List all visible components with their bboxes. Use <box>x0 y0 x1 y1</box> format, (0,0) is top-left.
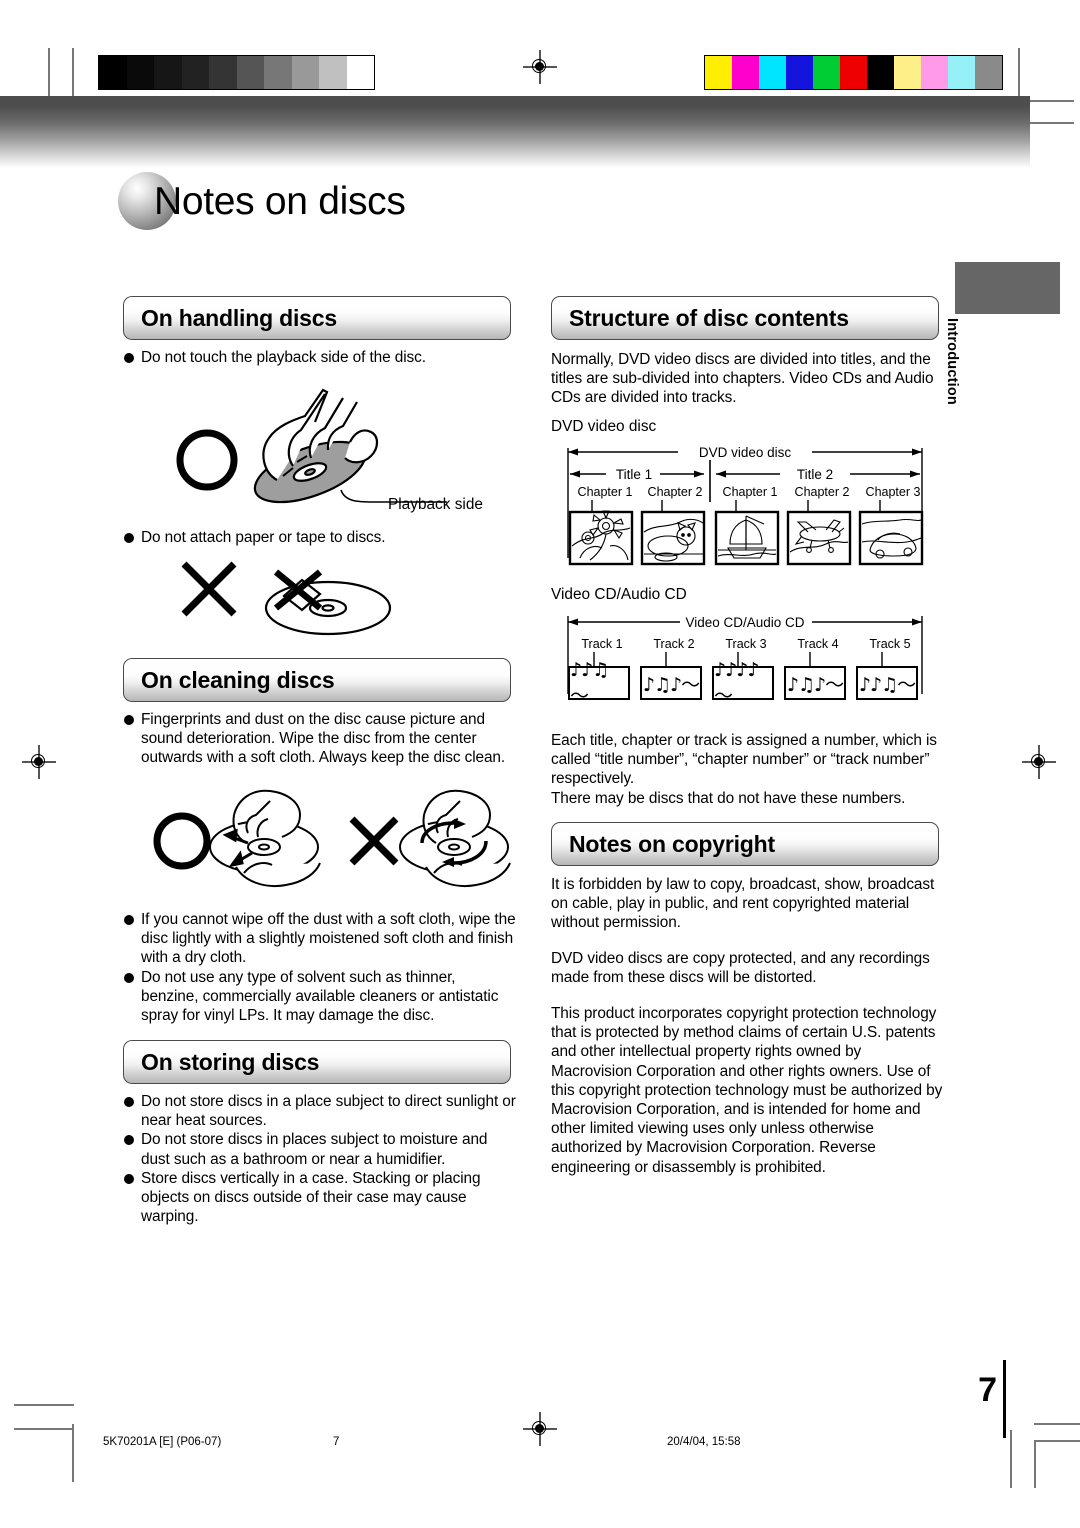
cd-track-label: Track 3 <box>725 637 766 651</box>
copyright-paragraph-1: It is forbidden by law to copy, broadcas… <box>551 876 935 932</box>
figure-cleaning-incorrect <box>349 789 511 887</box>
section-header-handling-label: On handling discs <box>141 304 337 331</box>
registration-mark-bottom <box>523 1412 557 1446</box>
cd-span-label: Video CD/Audio CD <box>685 615 804 630</box>
dvd-chapter-label: Chapter 1 <box>723 485 778 499</box>
registration-mark-left <box>22 745 56 779</box>
dvd-title-1-label: Title 1 <box>616 467 652 482</box>
page-number-rule <box>1003 1360 1006 1438</box>
section-header-structure: Structure of disc contents <box>551 296 939 340</box>
bullet-dot-icon <box>124 1092 141 1130</box>
dvd-diagram-title: DVD video disc <box>551 418 657 435</box>
section-header-storing-label: On storing discs <box>141 1048 320 1075</box>
bullet-dot-icon <box>124 968 141 1026</box>
section-header-cleaning-label: On cleaning discs <box>141 666 335 693</box>
structure-outro-text: Each title, chapter or track is assigned… <box>551 732 937 807</box>
crop-mark-bottom-left-b <box>14 1404 74 1406</box>
copyright-paragraph-3: This product incorporates copyright prot… <box>551 1005 943 1176</box>
registration-mark-top <box>523 50 557 84</box>
cd-diagram-title: Video CD/Audio CD <box>551 586 687 603</box>
section-header-structure-label: Structure of disc contents <box>569 304 849 331</box>
crop-mark-bottom-left-c <box>14 1428 74 1430</box>
bullet-dot-icon <box>124 710 141 768</box>
footer-timestamp: 20/4/04, 15:58 <box>667 1436 741 1448</box>
footer-doc-code: 5K70201A [E] (P06-07) <box>103 1436 222 1448</box>
side-tab-block <box>955 262 1060 314</box>
handling-bullet-2: Do not attach paper or tape to discs. <box>124 528 514 547</box>
page-title-group: Notes on discs <box>118 172 406 230</box>
cd-track-box: ♪♪♫ ～ <box>568 659 630 707</box>
cd-track-box: ♪♪♪♪～ <box>712 659 774 707</box>
side-tab-label: Introduction <box>944 318 960 405</box>
dvd-span-label: DVD video disc <box>699 445 792 460</box>
section-header-copyright: Notes on copyright <box>551 822 939 866</box>
page-title: Notes on discs <box>154 179 406 223</box>
cd-track-label: Track 2 <box>653 637 694 651</box>
section-header-cleaning: On cleaning discs <box>123 658 511 702</box>
cd-track-box: ♪♫♪～ <box>784 666 846 700</box>
bullet-dot-icon <box>124 528 141 547</box>
dvd-chapter-label: Chapter 2 <box>648 485 703 499</box>
registration-mark-right <box>1022 745 1056 779</box>
copyright-paragraph-2: DVD video discs are copy protected, and … <box>551 950 930 987</box>
crop-mark-bottom-right-d <box>1034 1440 1080 1442</box>
crop-mark-bottom-left-a <box>72 1424 74 1482</box>
crop-mark-bottom-right-c <box>1034 1423 1080 1425</box>
cd-track-box: ♪♪♫～ <box>856 666 918 700</box>
dvd-chapter-label: Chapter 1 <box>578 485 633 499</box>
crop-mark-bottom-right-a <box>1010 1430 1012 1488</box>
figure-handling-caption: Playback side <box>388 496 483 513</box>
section-header-storing: On storing discs <box>123 1040 511 1084</box>
footer-page-ref: 7 <box>333 1436 340 1448</box>
figure-handling-no-tape <box>181 561 392 636</box>
dvd-title-2-label: Title 2 <box>797 467 833 482</box>
cd-track-label: Track 5 <box>869 637 910 651</box>
bullet-dot-icon <box>124 910 141 968</box>
structure-intro-text: Normally, DVD video discs are divided in… <box>551 351 934 407</box>
bullet-dot-icon <box>124 1130 141 1168</box>
crop-mark-bottom-right-b <box>1034 1440 1036 1488</box>
dvd-structure-diagram: DVD video disc Title 1 Title 2 Chapter 1… <box>567 445 924 566</box>
storing-bullets: Do not store discs in a place subject to… <box>124 1092 516 1226</box>
cd-track-label: Track 1 <box>581 637 622 651</box>
figure-cleaning-correct <box>153 789 321 887</box>
cleaning-bullet-1: Fingerprints and dust on the disc cause … <box>124 710 516 768</box>
handling-bullet-1: Do not touch the playback side of the di… <box>124 348 514 367</box>
dvd-chapter-label: Chapter 2 <box>795 485 850 499</box>
page-number: 7 <box>978 1371 997 1409</box>
bullet-dot-icon <box>124 1169 141 1227</box>
cd-track-box: ♪♫♪～ <box>640 666 702 700</box>
header-gradient-band <box>0 96 1030 168</box>
dvd-chapter-label: Chapter 3 <box>866 485 921 499</box>
cleaning-bullets-rest: If you cannot wipe off the dust with a s… <box>124 910 516 1025</box>
cd-track-label: Track 4 <box>797 637 838 651</box>
section-header-copyright-label: Notes on copyright <box>569 830 775 857</box>
grayscale-calibration-bar <box>98 55 375 90</box>
bullet-dot-icon <box>124 348 141 367</box>
section-header-handling: On handling discs <box>123 296 511 340</box>
color-calibration-bar <box>704 55 1003 90</box>
